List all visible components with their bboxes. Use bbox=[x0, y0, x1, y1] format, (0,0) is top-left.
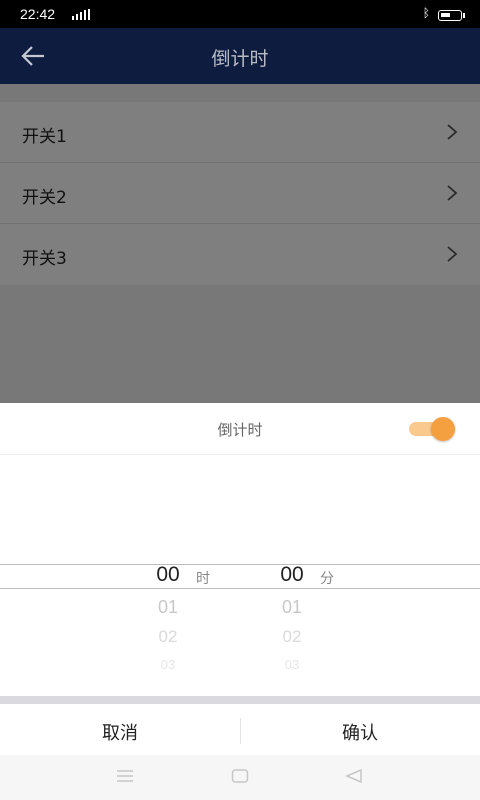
status-bar: 22:42 ᛒ bbox=[0, 0, 480, 28]
toggle-knob bbox=[431, 417, 455, 441]
picker-row-selected: 00 时 bbox=[146, 561, 246, 593]
minutes-option: 02 bbox=[282, 627, 302, 646]
confirm-button[interactable]: 确认 bbox=[240, 704, 480, 758]
minutes-unit: 分 bbox=[320, 571, 334, 587]
menu-icon[interactable] bbox=[116, 768, 134, 784]
minutes-option: 03 bbox=[284, 657, 300, 672]
countdown-toggle[interactable] bbox=[409, 417, 455, 441]
minutes-selected-value: 00 bbox=[280, 563, 304, 586]
hours-option: 03 bbox=[160, 657, 176, 672]
sheet-divider bbox=[0, 696, 480, 704]
battery-level bbox=[441, 13, 450, 17]
sheet-buttons: 取消 确认 bbox=[0, 704, 480, 758]
hours-picker[interactable]: 00 时 01 02 03 bbox=[146, 561, 246, 677]
hours-selected-value: 00 bbox=[156, 563, 180, 586]
picker-row: 01 bbox=[270, 593, 370, 625]
app-bar: 倒计时 bbox=[0, 28, 480, 84]
picker-row-selected: 00 分 bbox=[270, 561, 370, 593]
signal-icon bbox=[72, 9, 90, 20]
hours-option: 02 bbox=[158, 627, 178, 646]
picker-row: 01 bbox=[146, 593, 246, 625]
minutes-picker[interactable]: 00 分 01 02 03 bbox=[270, 561, 370, 677]
home-icon[interactable] bbox=[231, 768, 249, 784]
battery-icon bbox=[438, 10, 465, 21]
system-nav-bar bbox=[0, 755, 480, 800]
picker-row: 03 bbox=[270, 657, 370, 677]
back-triangle-icon[interactable] bbox=[345, 768, 363, 784]
hours-unit: 时 bbox=[196, 571, 210, 587]
hours-option: 01 bbox=[157, 597, 179, 617]
picker-row: 02 bbox=[270, 625, 370, 657]
bluetooth-icon: ᛒ bbox=[422, 6, 430, 20]
minutes-option: 01 bbox=[281, 597, 303, 617]
picker-row: 02 bbox=[146, 625, 246, 657]
cancel-button[interactable]: 取消 bbox=[0, 704, 240, 758]
sheet-header: 倒计时 bbox=[0, 403, 480, 455]
status-time: 22:42 bbox=[20, 6, 56, 22]
sheet-title: 倒计时 bbox=[217, 421, 263, 439]
countdown-sheet: 倒计时 00 时 01 02 03 00 分 01 02 03 取消 确认 bbox=[0, 403, 480, 800]
picker-row: 03 bbox=[146, 657, 246, 677]
page-title: 倒计时 bbox=[211, 48, 269, 70]
